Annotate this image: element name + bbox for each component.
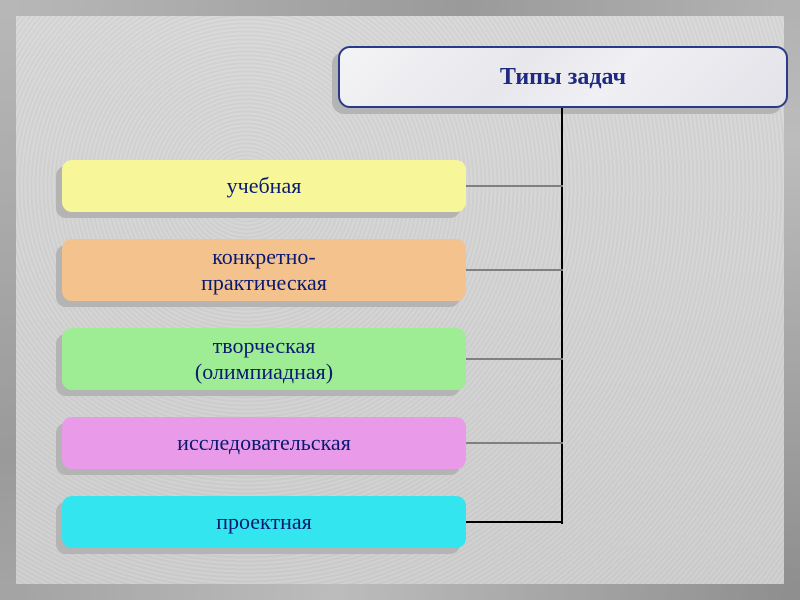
header-title: Типы задач xyxy=(500,64,626,91)
task-box-2: творческая (олимпиадная) xyxy=(62,328,466,390)
task-box-label: учебная xyxy=(227,173,302,199)
connector-1 xyxy=(466,269,563,271)
header-panel: Типы задач xyxy=(338,46,788,108)
task-box-label: исследовательская xyxy=(177,430,351,456)
connector-4 xyxy=(466,521,563,523)
task-box-label: конкретно- практическая xyxy=(201,244,327,297)
connector-3 xyxy=(466,442,563,444)
slide-inner: Типы задач учебная конкретно- практическа… xyxy=(16,16,784,584)
task-box-label: творческая (олимпиадная) xyxy=(195,333,333,386)
slide-stage: Типы задач учебная конкретно- практическа… xyxy=(0,0,800,600)
task-box-1: конкретно- практическая xyxy=(62,239,466,301)
task-box-0: учебная xyxy=(62,160,466,212)
connector-0 xyxy=(466,185,563,187)
task-box-4: проектная xyxy=(62,496,466,548)
task-box-3: исследовательская xyxy=(62,417,466,469)
tree-trunk xyxy=(561,108,563,524)
task-box-label: проектная xyxy=(216,509,311,535)
connector-2 xyxy=(466,358,563,360)
